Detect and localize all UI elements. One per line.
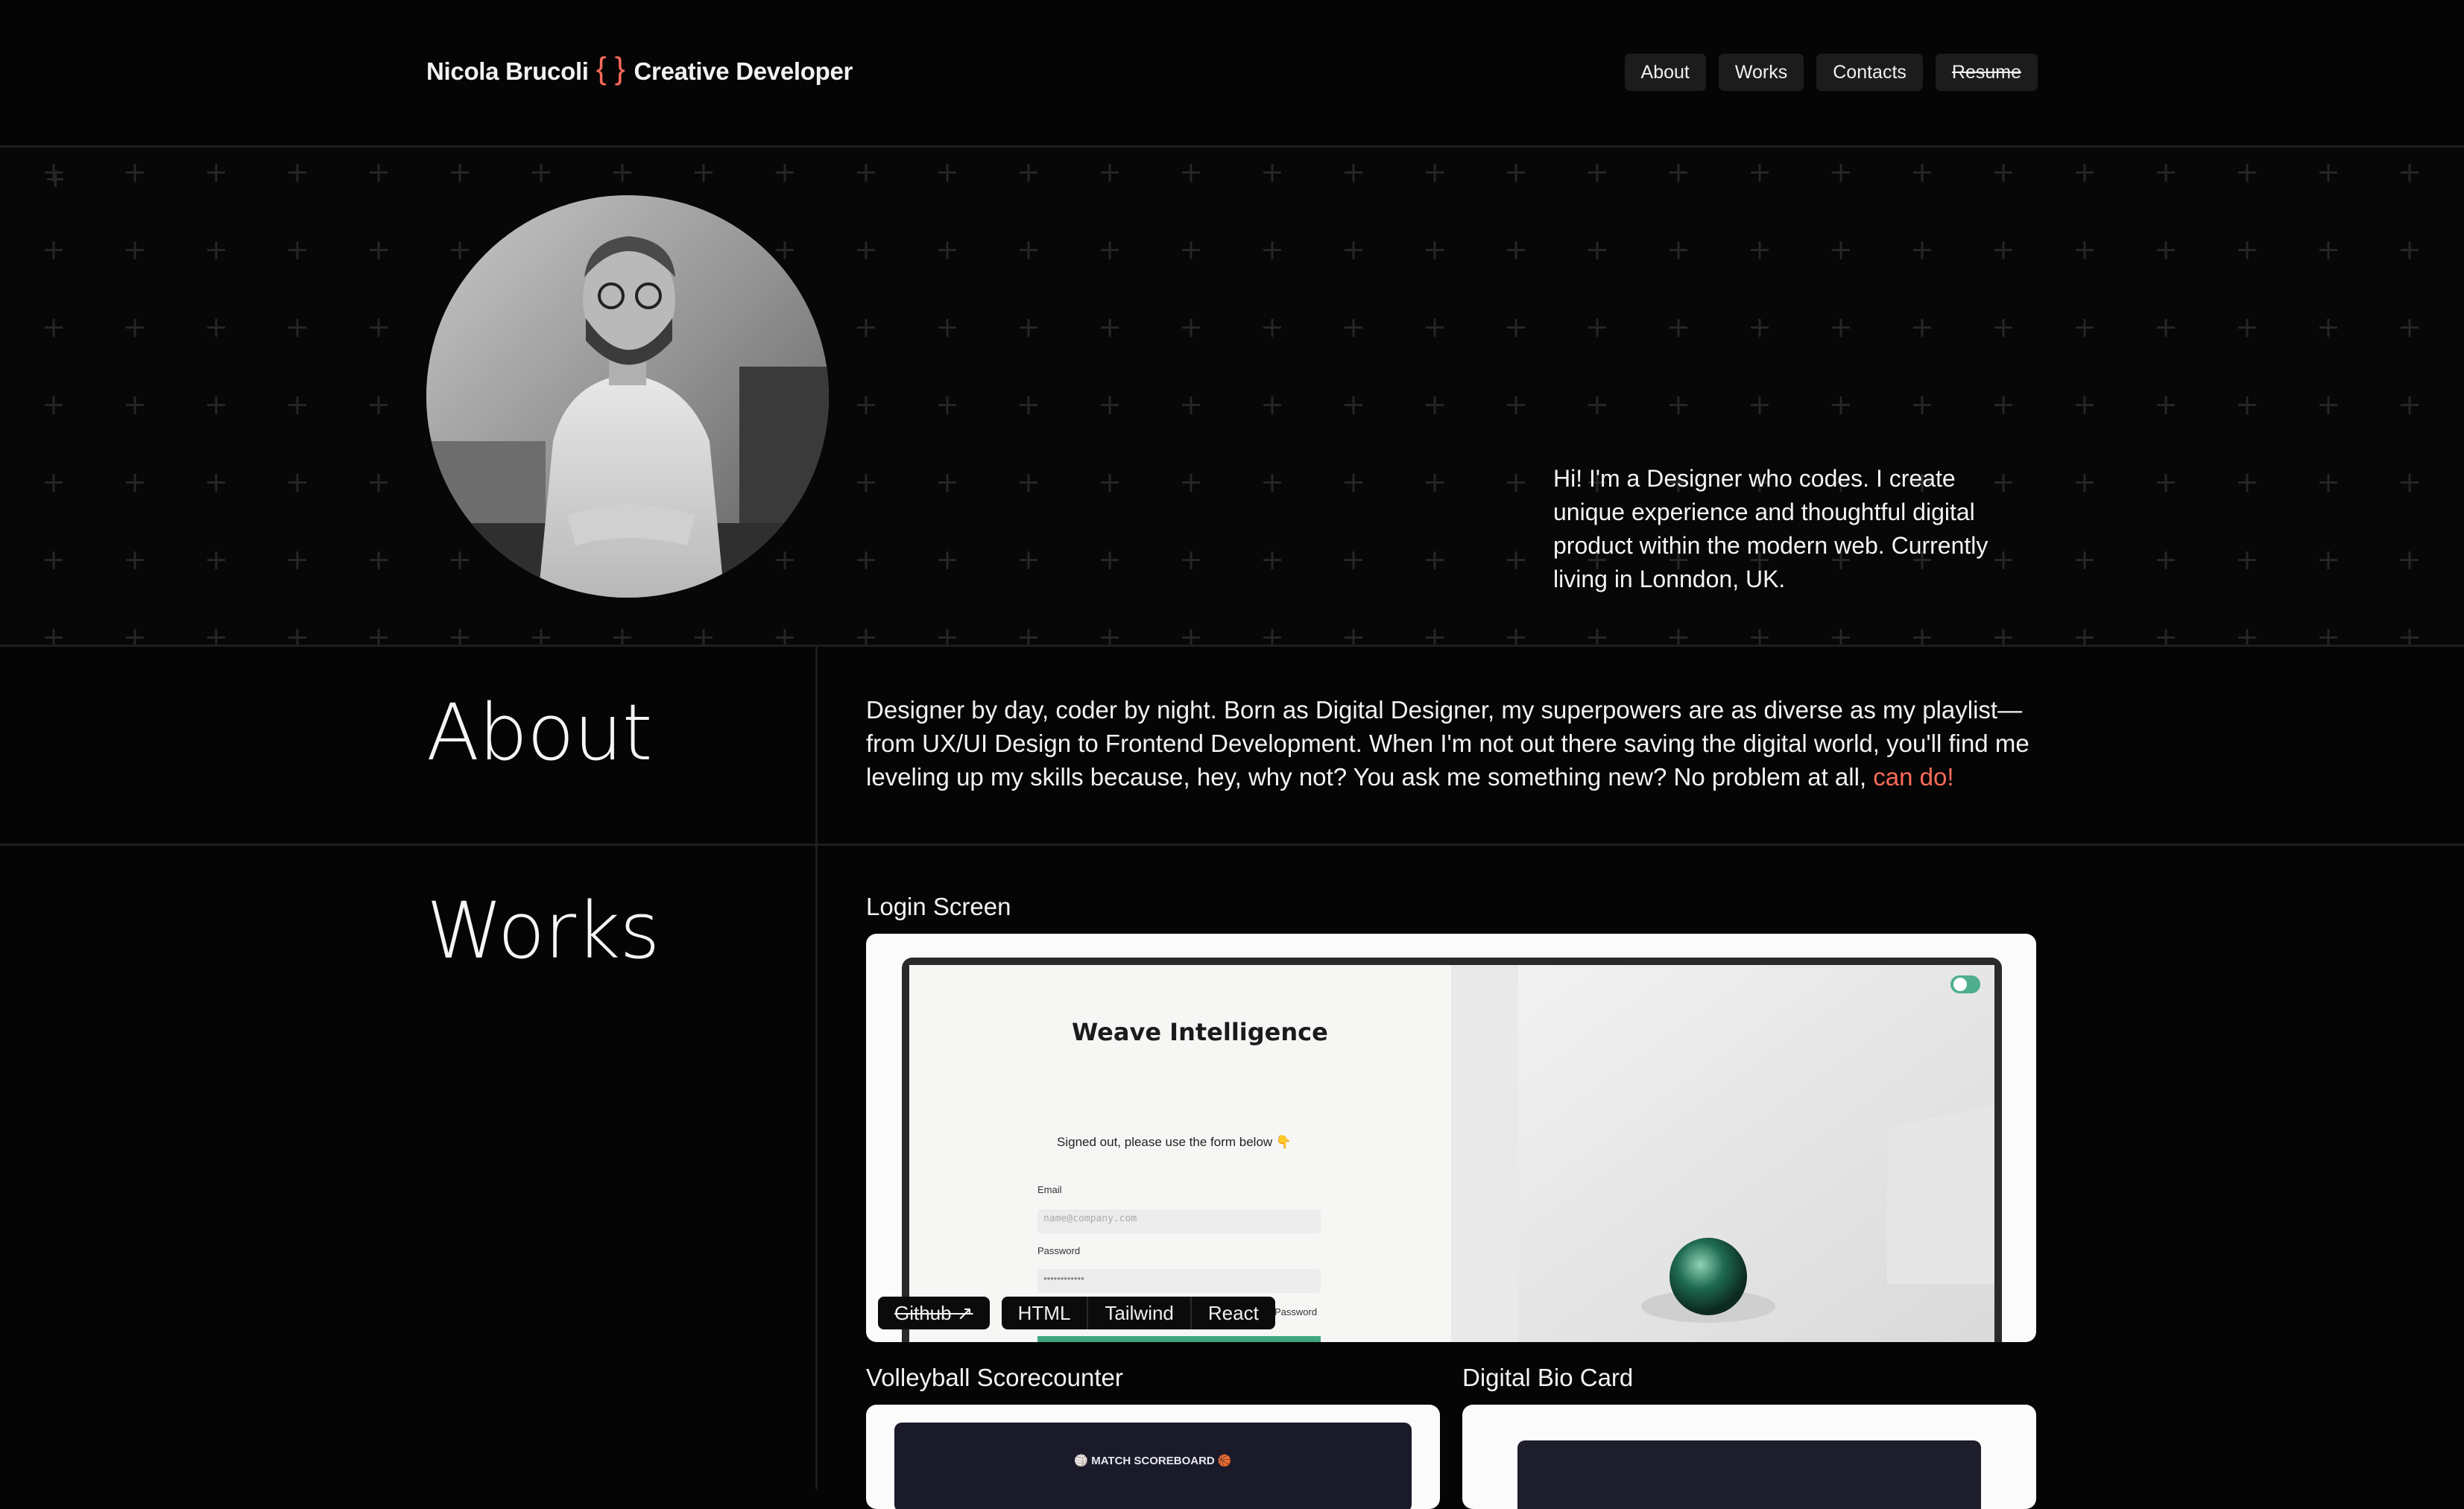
divider [0, 844, 2464, 846]
preview-password-value: •••••••••••• [1043, 1273, 1084, 1284]
scoreboard-header: 🏐 MATCH SCOREBOARD 🏀 [1074, 1455, 1232, 1467]
project-card-volleyball[interactable]: 🏐 MATCH SCOREBOARD 🏀 [866, 1405, 1440, 1509]
preview-forgot: Password [1274, 1306, 1318, 1317]
github-link[interactable]: Github ↗ [878, 1297, 990, 1329]
login-preview [902, 958, 2002, 1342]
preview-email-label: Email [1037, 1184, 1062, 1195]
nav-resume[interactable]: Resume [1935, 54, 2038, 91]
tag-tailwind: Tailwind [1088, 1297, 1192, 1329]
tag-react: React [1191, 1297, 1275, 1329]
preview-email-placeholder: name@company.com [1043, 1213, 1137, 1224]
preview-password-label: Password [1037, 1245, 1081, 1256]
main-nav: About Works Contacts Resume [1624, 54, 2038, 91]
nav-about[interactable]: About [1624, 54, 1706, 91]
brand-role: Creative Developer [634, 57, 853, 85]
braces-icon: { } [596, 51, 625, 86]
nav-works[interactable]: Works [1718, 54, 1804, 91]
project-card-login[interactable]: Weave Intelligence Signed out, please us… [866, 934, 2036, 1342]
plus-pattern [0, 148, 2464, 645]
site-header: Nicola Brucoli { } Creative Developer Ab… [0, 0, 2464, 146]
column-divider [815, 647, 818, 1489]
brand[interactable]: Nicola Brucoli { } Creative Developer [426, 51, 853, 89]
preview-message: Signed out, please use the form below 👇 [1057, 1135, 1292, 1149]
nav-contacts[interactable]: Contacts [1816, 54, 1923, 91]
about-body: Designer by day, coder by night. Born as… [866, 696, 2029, 791]
project-title-biocard: Digital Bio Card [1462, 1364, 1634, 1391]
tag-html: HTML [1001, 1297, 1089, 1329]
brand-name: Nicola Brucoli [426, 57, 589, 85]
hero-intro: Hi! I'm a Designer who codes. I create u… [1553, 465, 1988, 592]
about-accent: can do! [1873, 763, 1954, 791]
preview-brand: Weave Intelligence [1072, 1018, 1328, 1046]
avatar [426, 195, 829, 598]
biocard-preview [1517, 1440, 1981, 1509]
about-title: About [426, 687, 652, 778]
works-title: Works [426, 885, 660, 976]
about-text: Designer by day, coder by night. Born as… [866, 693, 2036, 794]
project-card-biocard[interactable] [1462, 1405, 2036, 1509]
divider [0, 645, 2464, 647]
project-title-volleyball: Volleyball Scorecounter [866, 1364, 1123, 1391]
project-title-login: Login Screen [866, 893, 1011, 920]
hero-section [0, 148, 2464, 645]
project-tags: Github ↗ HTML Tailwind React [878, 1297, 1275, 1329]
